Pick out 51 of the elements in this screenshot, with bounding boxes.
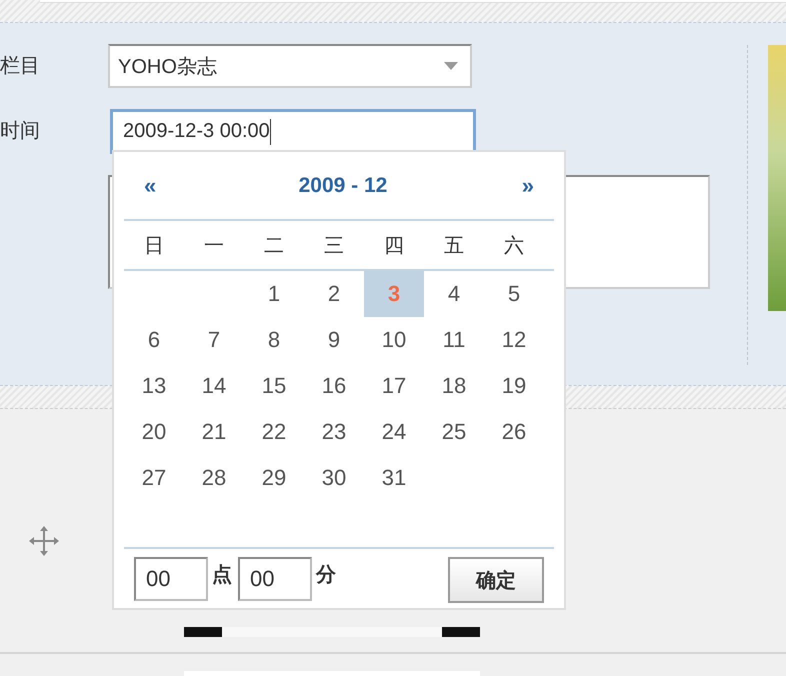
calendar-day[interactable]: 23 (304, 409, 364, 455)
field-label: 栏目 (0, 54, 41, 79)
minute-input-field[interactable]: 00 (238, 557, 312, 601)
calendar-day[interactable]: 1 (244, 271, 304, 317)
calendar-day[interactable]: 12 (484, 317, 544, 363)
date-input-field[interactable]: 2009-12-3 00:00 (110, 109, 476, 154)
calendar-day[interactable]: 24 (364, 409, 424, 455)
calendar-day[interactable]: 10 (364, 317, 424, 363)
weekday-label: 五 (443, 234, 465, 258)
weekday-label: 一 (203, 234, 225, 258)
minute-unit-label: 分 (316, 563, 336, 588)
calendar-day[interactable]: 15 (244, 363, 304, 409)
calendar-day[interactable]: 9 (304, 317, 364, 363)
calendar-day[interactable]: 5 (484, 271, 544, 317)
calendar-day[interactable]: 4 (424, 271, 484, 317)
weekday-label: 四 (383, 234, 405, 258)
weekday-label: 日 (143, 234, 165, 258)
calendar-day[interactable]: 7 (184, 317, 244, 363)
confirm-button[interactable]: 确定 (448, 557, 544, 603)
year-month-title: 2009 - 12 (298, 174, 388, 198)
calendar-day[interactable]: 14 (184, 363, 244, 409)
field-label: 时间 (0, 119, 41, 144)
calendar-day[interactable]: 13 (124, 363, 184, 409)
calendar-day[interactable]: 19 (484, 363, 544, 409)
next-month-button[interactable]: » (522, 172, 534, 198)
hour-input-field[interactable]: 00 (134, 557, 208, 601)
calendar-day[interactable]: 6 (124, 317, 184, 363)
calendar-day[interactable]: 18 (424, 363, 484, 409)
calendar-day[interactable]: 21 (184, 409, 244, 455)
weekday-label: 二 (263, 234, 285, 258)
calendar-day[interactable]: 2 (304, 271, 364, 317)
calendar-day[interactable]: 25 (424, 409, 484, 455)
caret-icon (444, 62, 458, 70)
calendar-day[interactable]: 20 (124, 409, 184, 455)
weekday-label: 三 (323, 234, 345, 258)
calendar-day[interactable]: 28 (184, 455, 244, 501)
calendar-day[interactable]: 29 (244, 455, 304, 501)
calendar-day[interactable]: 27 (124, 455, 184, 501)
previous-month-button[interactable]: « (144, 172, 156, 198)
column-select[interactable]: YOHO杂志 (108, 44, 472, 88)
calendar-day[interactable]: 11 (424, 317, 484, 363)
calendar-day[interactable]: 30 (304, 455, 364, 501)
move-icon[interactable] (28, 525, 60, 557)
calendar-day[interactable]: 31 (364, 455, 424, 501)
weekday-label: 六 (503, 234, 525, 258)
hour-unit-label: 点 (212, 563, 232, 588)
calendar-day[interactable]: 8 (244, 317, 304, 363)
calendar-day[interactable]: 17 (364, 363, 424, 409)
calendar-day[interactable]: 22 (244, 409, 304, 455)
calendar-day[interactable]: 16 (304, 363, 364, 409)
calendar-day[interactable]: 26 (484, 409, 544, 455)
